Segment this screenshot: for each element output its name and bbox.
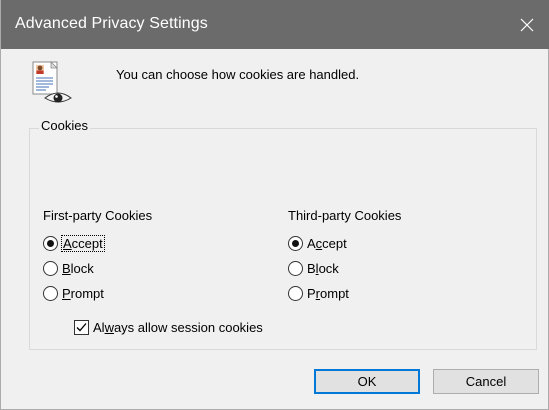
close-button[interactable] [504, 0, 549, 49]
title-bar[interactable]: Advanced Privacy Settings [1, 0, 549, 49]
third-party-block-radio[interactable]: Block [288, 258, 339, 278]
radio-indicator[interactable] [43, 285, 58, 301]
radio-indicator[interactable] [43, 235, 58, 251]
first-party-prompt-radio[interactable]: Prompt [43, 283, 104, 303]
header-description: You can choose how cookies are handled. [116, 67, 360, 82]
checkmark-icon [76, 323, 87, 332]
first-party-block-radio[interactable]: Block [43, 258, 94, 278]
third-party-prompt-radio[interactable]: Prompt [288, 283, 349, 303]
ok-button[interactable]: OK [314, 369, 420, 394]
cookies-group-legend: Cookies [39, 118, 90, 133]
checkbox-indicator[interactable] [74, 320, 89, 335]
first-party-accept-label: Accept [61, 234, 105, 252]
first-party-prompt-label: Prompt [62, 285, 104, 301]
window-title: Advanced Privacy Settings [15, 15, 208, 32]
first-party-block-label: Block [62, 260, 94, 276]
radio-indicator[interactable] [43, 260, 58, 276]
third-party-accept-radio[interactable]: Accept [288, 233, 347, 253]
radio-indicator[interactable] [288, 235, 303, 251]
cancel-button[interactable]: Cancel [433, 369, 539, 394]
radio-indicator[interactable] [288, 260, 303, 276]
close-icon [520, 18, 534, 31]
third-party-label: Third-party Cookies [288, 208, 402, 223]
always-allow-session-cookies-checkbox[interactable]: Always allow session cookies [74, 320, 263, 335]
third-party-accept-label: Accept [307, 235, 347, 251]
third-party-prompt-label: Prompt [307, 285, 349, 301]
cookies-groupbox: Cookies [29, 118, 537, 350]
first-party-label: First-party Cookies [43, 208, 153, 223]
advanced-privacy-settings-dialog: Advanced Privacy Settings You can choose… [0, 0, 549, 410]
radio-indicator[interactable] [288, 285, 303, 301]
first-party-accept-radio[interactable]: Accept [43, 233, 105, 253]
privacy-document-eye-icon [32, 61, 72, 103]
session-cookies-label: Always allow session cookies [93, 320, 263, 335]
third-party-block-label: Block [307, 260, 339, 276]
